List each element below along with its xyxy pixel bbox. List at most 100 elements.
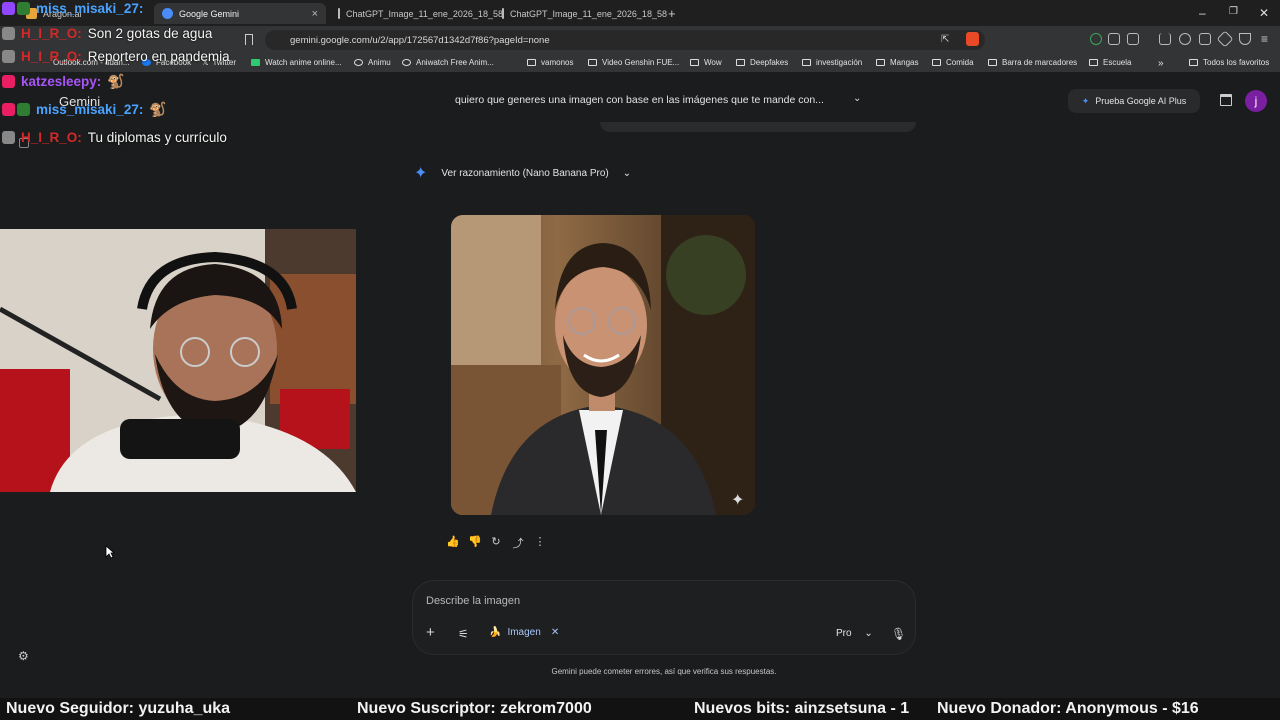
tab-search-icon[interactable] [1127, 33, 1139, 45]
download-icon[interactable] [1159, 33, 1171, 45]
upgrade-button[interactable]: ✦ Prueba Google AI Plus [1068, 89, 1200, 113]
chat-text: Reportero en pandemia [87, 48, 230, 64]
folder-icon [932, 59, 941, 66]
badge-icon [2, 130, 15, 144]
mic-icon[interactable]: 🎙 [891, 627, 906, 641]
aniwatch-icon [402, 59, 411, 66]
chat-username: H_I_R_O: [21, 48, 82, 64]
avatar[interactable]: j [1245, 90, 1267, 112]
chat-message: H_I_R_O: Reportero en pandemia [2, 48, 230, 64]
bookmark-vamonos[interactable]: vamonos [527, 58, 573, 67]
emote-icon: 🐒 [149, 100, 167, 117]
folder-icon [588, 59, 597, 66]
tab-google-gemini[interactable]: Google Gemini × [154, 3, 326, 24]
folder-icon [527, 59, 536, 66]
model-selector[interactable]: Pro ⌄ [836, 628, 873, 639]
folder-icon [736, 59, 745, 66]
prompt-box [412, 580, 916, 655]
tab-label: ChatGPT_Image_11_ene_2026_18_58 [346, 8, 503, 19]
bookmark-deepfakes[interactable]: Deepfakes [736, 58, 788, 67]
folder-icon [802, 59, 811, 66]
badge-icon [2, 74, 15, 88]
brave-shield-icon[interactable] [966, 32, 979, 46]
close-icon[interactable]: ✕ [551, 627, 559, 638]
chat-text: Tu diplomas y currículo [87, 129, 227, 145]
chat-badges [2, 49, 15, 63]
share-page-icon[interactable]: ⇱ [941, 34, 949, 45]
bookmark-barra-de-marcadores[interactable]: Barra de marcadores [988, 58, 1077, 67]
globe-icon [338, 8, 340, 19]
conversation-title[interactable]: quiero que generes una imagen con base e… [455, 94, 824, 106]
chat-username: miss_misaki_27: [36, 101, 144, 117]
bookmark-animu[interactable]: Animu [354, 58, 391, 67]
close-tab-icon[interactable]: × [312, 8, 318, 20]
bookmark-mangas[interactable]: Mangas [876, 58, 918, 67]
settings-icon[interactable]: ⚙ [18, 649, 29, 663]
bookmark-label: Todos los favoritos [1203, 58, 1270, 67]
bookmark-escuela[interactable]: Escuela [1089, 58, 1131, 67]
bookmark-wow[interactable]: Wow [690, 58, 722, 67]
bookmark-label: Escuela [1103, 58, 1132, 67]
more-bookmarks-icon[interactable]: » [1158, 58, 1164, 69]
minimize-icon[interactable]: – [1199, 6, 1206, 20]
bookmark-icon[interactable] [245, 34, 253, 45]
globe-icon [354, 59, 363, 66]
tune-icon[interactable]: ⚟ [458, 627, 469, 641]
music-icon[interactable] [1179, 33, 1191, 45]
vpn-shield-icon[interactable] [1239, 33, 1251, 45]
new-tab-icon[interactable]: + [660, 3, 680, 24]
gemini-sparkle-icon: ✦ [414, 165, 428, 182]
bookmark-label: Mangas [890, 58, 919, 67]
prompt-input[interactable] [426, 593, 726, 609]
upgrade-button-label: Prueba Google AI Plus [1095, 96, 1187, 106]
bookmark-comida[interactable]: Comida [932, 58, 974, 67]
thumbs-down-icon[interactable]: 👎 [468, 535, 482, 551]
chat-badges [2, 102, 30, 116]
window-close-icon[interactable]: ✕ [1259, 6, 1269, 20]
bookmark-label: Deepfakes [750, 58, 789, 67]
restore-icon[interactable]: ❐ [1229, 6, 1238, 17]
chat-message: miss_misaki_27: [2, 0, 143, 16]
reasoning-toggle[interactable]: ✦ Ver razonamiento (Nano Banana Pro) ⌄ [414, 163, 631, 183]
badge-icon [2, 102, 15, 116]
more-icon[interactable]: ⋮ [534, 535, 546, 551]
temporary-chat-icon[interactable] [1220, 94, 1232, 106]
chat-badges [2, 26, 15, 40]
extensions-puzzle-icon[interactable] [1108, 33, 1120, 45]
wallet-icon[interactable] [1199, 33, 1211, 45]
badge-icon [2, 1, 15, 15]
chevron-down-icon: ⌄ [622, 167, 632, 179]
globe-icon [502, 8, 504, 19]
folder-icon [1189, 59, 1198, 66]
tab-chatgpt-image-1[interactable]: ChatGPT_Image_11_ene_2026_18_58 [330, 3, 503, 24]
webcam-overlay [0, 229, 356, 492]
chevron-down-icon: ⌄ [864, 628, 873, 639]
bookmark-video-genshin[interactable]: Video Genshin FUE... [588, 58, 679, 67]
bookmark-label: Video Genshin FUE... [602, 58, 680, 67]
browser-tab-bar: Aragon.ai Google Gemini × ChatGPT_Image_… [0, 0, 1280, 26]
webcam-feed [0, 229, 356, 492]
screen: Aragon.ai Google Gemini × ChatGPT_Image_… [0, 0, 1280, 720]
bookmark-label: Comida [946, 58, 974, 67]
image-tool-chip[interactable]: 🍌 Imagen ✕ [489, 627, 559, 638]
tab-chatgpt-image-2[interactable]: ChatGPT_Image_11_ene_2026_18_58 [494, 3, 667, 24]
generated-image[interactable]: ✦ [451, 215, 755, 515]
bookmark-aniwatch[interactable]: Aniwatch Free Anim... [402, 58, 494, 67]
bookmark-watch-anime[interactable]: Watch anime online... [251, 58, 342, 67]
extension-status-icon[interactable] [1090, 33, 1102, 45]
badge-icon [2, 26, 15, 40]
stream-alert-ticker: Nuevo Seguidor: yuzuha_uka Nuevo Suscrip… [0, 698, 1280, 720]
share-icon[interactable]: ⤴ [512, 535, 524, 551]
regenerate-icon[interactable]: ↻ [490, 535, 502, 551]
thumbs-up-icon[interactable]: 👍 [446, 535, 460, 551]
folder-icon [988, 59, 997, 66]
chat-badges [2, 130, 15, 144]
response-actions: 👍 👎 ↻ ⤴ ⋮ [446, 535, 546, 551]
chevron-down-icon[interactable]: ⌄ [853, 93, 861, 104]
menu-icon[interactable]: ≡ [1261, 32, 1268, 46]
all-favorites[interactable]: Todos los favoritos [1189, 58, 1269, 67]
url-field[interactable]: gemini.google.com/u/2/app/172567d1342d7f… [265, 30, 985, 50]
bookmark-investigacion[interactable]: investigación [802, 58, 862, 67]
bookmark-label: vamonos [541, 58, 574, 67]
plus-icon[interactable]: + [426, 624, 435, 641]
